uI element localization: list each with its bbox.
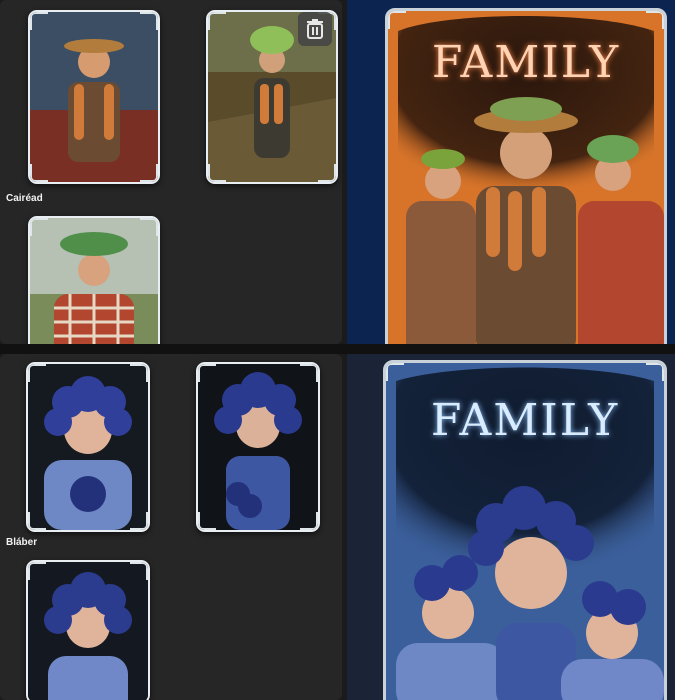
card-boy-carrot-hair[interactable] [28, 216, 160, 344]
card-corner-ornament [130, 364, 148, 382]
delete-button[interactable] [298, 12, 332, 46]
card-corner-ornament [318, 164, 336, 182]
group-panel-carrot: Cairéad [0, 0, 342, 344]
card-corner-ornament [130, 562, 148, 580]
card-corner-ornament [140, 164, 158, 182]
cover-corner-ornament [386, 363, 404, 381]
cover-title: FAMILY [431, 37, 621, 88]
card-corner-ornament [28, 512, 46, 530]
card-corner-ornament [300, 512, 318, 530]
group-panel-blueberry: Bláber [0, 354, 342, 700]
card-art [198, 364, 318, 530]
group-label-carrot: Cairéad [6, 193, 43, 204]
card-corner-ornament [140, 218, 158, 236]
card-corner-ornament [198, 512, 216, 530]
card-blueberry-child-1[interactable] [26, 362, 150, 532]
card-corner-ornament [28, 364, 46, 382]
card-corner-ornament [208, 12, 226, 30]
card-art [28, 364, 148, 530]
card-corner-ornament [28, 562, 46, 580]
cover-frame: FAMILY [385, 8, 667, 344]
card-farmer-man[interactable] [28, 10, 160, 184]
card-corner-ornament [208, 164, 226, 182]
cover-title: FAMILY [430, 395, 620, 446]
card-art [28, 562, 148, 700]
group-cover-blueberry: FAMILY [347, 354, 675, 700]
cover-corner-ornament [388, 11, 406, 29]
group-cover-carrot: FAMILY [347, 0, 675, 344]
card-corner-ornament [300, 364, 318, 382]
card-corner-ornament [198, 364, 216, 382]
card-art [30, 218, 158, 344]
group-label-blueberry: Bláber [6, 537, 38, 548]
card-corner-ornament [140, 12, 158, 30]
card-blueberry-child-2[interactable] [196, 362, 320, 532]
trash-icon [307, 19, 323, 39]
divider [0, 344, 675, 354]
card-corner-ornament [30, 218, 48, 236]
cover-corner-ornament [646, 11, 664, 29]
cover-frame: FAMILY [383, 360, 667, 700]
cover-corner-ornament [646, 363, 664, 381]
card-corner-ornament [30, 164, 48, 182]
card-corner-ornament [30, 12, 48, 30]
card-corner-ornament [130, 512, 148, 530]
card-blueberry-child-3[interactable] [26, 560, 150, 700]
card-art [30, 12, 158, 182]
